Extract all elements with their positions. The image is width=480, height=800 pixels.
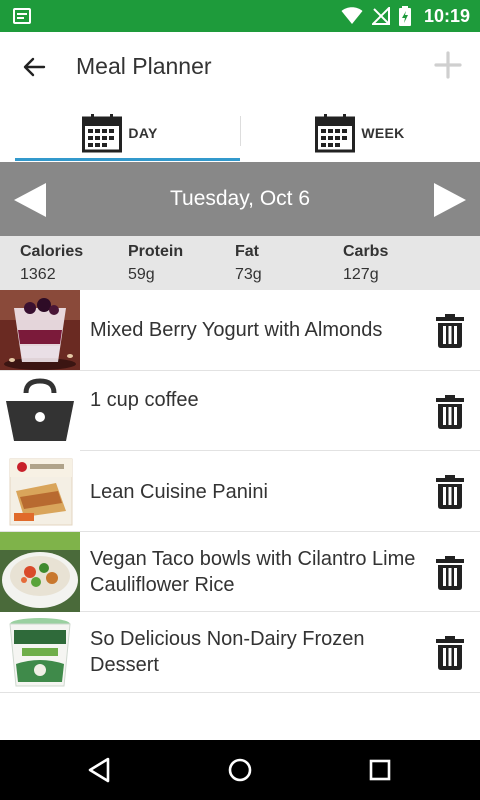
next-day-arrow-icon[interactable] [432, 182, 468, 218]
delete-trash-icon[interactable] [436, 314, 464, 348]
tab-week[interactable]: WEEK [240, 104, 480, 162]
nutrition-summary: Calories 1362 Protein 59g Fat 73g Carbs … [0, 236, 480, 290]
back-arrow-icon[interactable] [20, 52, 50, 82]
nutrition-calories: Calories 1362 [20, 243, 83, 284]
nutrition-value: 59g [128, 266, 155, 283]
nutrition-value: 73g [235, 266, 262, 283]
frozen-dessert-pint-image [0, 612, 80, 693]
meal-name: 1 cup coffee [90, 388, 199, 411]
nutrition-protein: Protein 59g [128, 243, 183, 284]
nutrition-label: Carbs [343, 243, 389, 260]
list-item[interactable]: So Delicious Non-Dairy Frozen Dessert [0, 612, 480, 693]
nutrition-label: Protein [128, 243, 184, 260]
list-item[interactable]: Vegan Taco bowls with Cilantro Lime Caul… [0, 531, 480, 613]
nutrition-label: Fat [235, 243, 259, 260]
view-tabs: DAY WEEK [0, 104, 480, 162]
message-notification-icon [13, 8, 31, 24]
delete-trash-icon[interactable] [436, 555, 464, 590]
clock-time: 10:19 [423, 5, 470, 26]
list-item[interactable]: Lean Cuisine Panini [0, 451, 480, 532]
wifi-icon [341, 7, 363, 25]
calendar-icon [82, 114, 123, 153]
lean-cuisine-box-image [0, 451, 80, 532]
app-bar: Meal Planner [0, 32, 480, 104]
list-item[interactable]: 1 cup coffee [0, 370, 480, 452]
current-date: Tuesday, Oct 6 [169, 187, 311, 210]
meal-name: Vegan Taco bowls with Cilantro Lime Caul… [90, 547, 416, 596]
battery-charging-icon [398, 6, 411, 26]
selected-tab-indicator [15, 158, 240, 161]
add-plus-icon[interactable] [434, 51, 462, 79]
list-item[interactable]: Mixed Berry Yogurt with Almonds [0, 290, 480, 371]
nutrition-fat: Fat 73g [235, 243, 262, 284]
calendar-icon [315, 114, 356, 153]
meal-name: Lean Cuisine Panini [90, 481, 268, 504]
nav-recents-icon[interactable] [364, 754, 396, 786]
tab-day[interactable]: DAY [0, 104, 240, 162]
meal-list: Mixed Berry Yogurt with Almonds 1 cup co… [0, 290, 480, 693]
delete-trash-icon[interactable] [436, 475, 464, 510]
no-signal-icon [371, 7, 390, 25]
date-navigator: Tuesday, Oct 6 [0, 162, 480, 236]
taco-bowl-image [0, 531, 80, 612]
page-title: Meal Planner [76, 53, 212, 79]
status-bar: 10:19 [0, 0, 480, 32]
delete-trash-icon[interactable] [436, 394, 464, 429]
meal-name: So Delicious Non-Dairy Frozen Dessert [90, 628, 365, 677]
tab-day-label: DAY [128, 125, 158, 141]
delete-trash-icon[interactable] [436, 636, 464, 671]
nutrition-label: Calories [20, 243, 84, 260]
tab-week-label: WEEK [361, 125, 405, 141]
meal-name: Mixed Berry Yogurt with Almonds [90, 319, 383, 341]
nutrition-value: 127g [343, 266, 379, 283]
system-navigation-bar [0, 740, 480, 800]
yogurt-parfait-image [0, 290, 80, 370]
nutrition-carbs: Carbs 127g [343, 243, 388, 284]
basket-placeholder-icon [0, 370, 80, 451]
nav-home-icon[interactable] [224, 754, 256, 786]
nav-back-icon[interactable] [84, 754, 116, 786]
nutrition-value: 1362 [20, 266, 56, 283]
